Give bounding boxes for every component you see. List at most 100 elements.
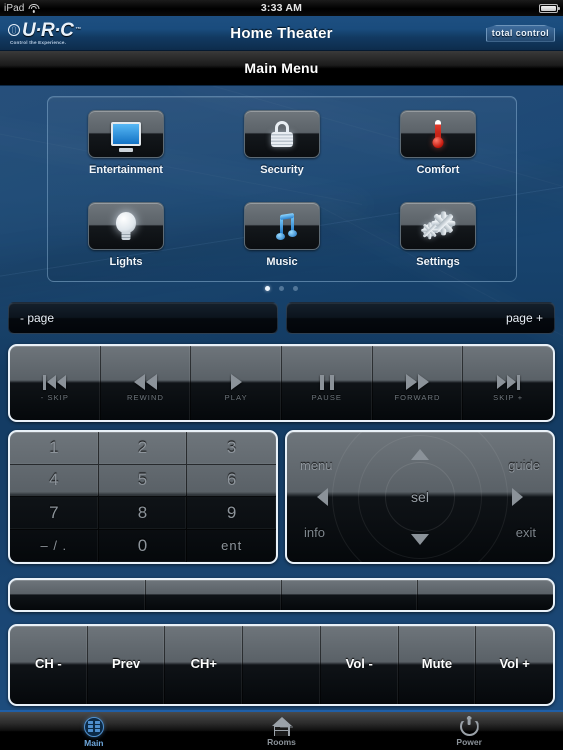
keypad-key-8[interactable]: 8 [98,497,188,530]
menu-item-lights[interactable]: Lights [48,189,204,281]
keypad-key-7[interactable]: 7 [10,497,99,530]
entertainment-tile[interactable] [88,110,164,158]
comfort-tile[interactable] [400,110,476,158]
main-content: Entertainment Security Comfort Lights Mu… [0,86,563,710]
tab-label: Power [456,737,482,747]
menu-item-comfort[interactable]: Comfort [360,97,516,189]
select-button[interactable]: sel [385,462,455,532]
grid-icon [83,716,104,737]
tab-rooms[interactable]: Rooms [188,712,376,750]
menu-item-music[interactable]: Music [204,189,360,281]
skip-forward-icon [496,374,520,390]
blank-button-5[interactable] [243,626,321,704]
urc-tagline: Control the Experience. [10,39,67,45]
keypad-key-0[interactable]: 0 [99,529,188,562]
power-icon [459,716,479,736]
arrow-down-icon[interactable] [411,534,429,545]
menu-item-label: Comfort [416,164,460,176]
play-icon [230,374,242,390]
page-nav-row: - page page + [8,302,555,334]
main-menu-panel: Entertainment Security Comfort Lights Mu… [47,96,517,282]
page-next-button[interactable]: page + [285,302,555,334]
blank-button-4[interactable] [418,580,553,610]
security-tile[interactable] [244,110,320,158]
previous-channel-button[interactable]: Prev [88,626,166,704]
button-label: Vol + [499,656,530,671]
transport-label: PLAY [224,393,248,402]
keypad-key-2[interactable]: 2 [98,432,188,465]
sub-header-title: Main Menu [244,60,319,76]
bottom-tab-bar: Main Rooms Power [0,710,563,750]
keypad-key-5[interactable]: 5 [98,464,188,497]
transport-label: PAUSE [311,393,343,402]
arrow-up-icon[interactable] [411,449,429,460]
pause-button[interactable]: PAUSE [282,346,373,420]
menu-item-security[interactable]: Security [204,97,360,189]
menu-item-settings[interactable]: Settings [360,189,516,281]
keypad-key-1[interactable]: 1 [10,432,99,465]
menu-item-label: Music [266,256,298,268]
page-indicator-dots[interactable] [0,286,563,291]
volume-up-button[interactable]: Vol + [476,626,553,704]
blank-button-1[interactable] [10,580,146,610]
skip-forward-button[interactable]: SKIP + [463,346,553,420]
main-menu-grid: Entertainment Security Comfort Lights Mu… [48,97,516,281]
total-control-badge: total control [485,24,555,42]
keypad-key-6[interactable]: 6 [187,465,276,497]
music-notes-icon [268,212,297,240]
battery-full-icon [539,3,560,13]
page-title: Home Theater [230,24,333,42]
lights-tile[interactable] [88,202,164,250]
page-dot-2[interactable] [279,286,284,291]
menu-item-label: Lights [109,256,143,268]
globe-icon [8,24,20,37]
tab-main[interactable]: Main [0,712,188,750]
app-header: U·R·C ™ Control the Experience. Home The… [0,16,563,51]
urc-logo: U·R·C ™ Control the Experience. [0,21,81,46]
skip-back-button[interactable]: - SKIP [10,346,101,420]
settings-tile[interactable] [400,202,476,250]
arrow-left-icon[interactable] [317,488,328,506]
arrow-right-icon[interactable] [512,488,523,506]
ios-status-bar: iPad 3:33 AM [0,0,563,16]
page-dot-3[interactable] [293,286,298,291]
skip-back-icon [43,374,67,390]
menu-item-label: Security [260,164,304,176]
house-icon [271,717,292,736]
blank-button-3[interactable] [282,580,418,610]
fast-forward-button[interactable]: FORWARD [373,346,464,420]
keypad-key-4[interactable]: 4 [10,464,99,497]
keypad-key-9[interactable]: 9 [187,497,276,530]
blank-button-2[interactable] [146,580,282,610]
music-tile[interactable] [244,202,320,250]
exit-button[interactable]: exit [516,525,536,540]
urc-logo-text: U·R·C [22,19,74,41]
thermometer-icon [432,120,444,148]
volume-down-button[interactable]: Vol - [321,626,399,704]
keypad-key-3[interactable]: 3 [187,432,276,465]
rewind-button[interactable]: REWIND [101,346,192,420]
channel-up-button[interactable]: CH+ [165,626,244,704]
mute-button[interactable]: Mute [399,626,477,704]
television-icon [111,122,141,152]
tab-power[interactable]: Power [375,712,563,750]
dpad-inner: menu guide info exit sel [287,432,553,562]
menu-button[interactable]: menu [300,458,333,473]
menu-item-label: Settings [416,256,460,268]
guide-button[interactable]: guide [508,458,540,473]
transport-controls: - SKIP REWIND PLAY PAUSE FORWARD SKIP + [8,344,555,422]
channel-down-button[interactable]: CH - [10,626,88,704]
play-button[interactable]: PLAY [191,346,283,420]
info-button[interactable]: info [304,525,325,540]
page-dot-1[interactable] [265,286,270,291]
menu-item-entertainment[interactable]: Entertainment [48,97,204,189]
page-prev-button[interactable]: - page [8,302,278,334]
keypad-key-dash-slash-dot[interactable]: – / . [10,529,99,562]
keypad-key-enter[interactable]: ent [187,530,276,563]
transport-label: SKIP + [493,393,524,402]
transport-label: - SKIP [40,393,69,402]
fast-forward-icon [406,374,430,390]
tab-label: Main [84,737,104,748]
ipad-remote-app: iPad 3:33 AM U·R·C ™ Control the Experie… [0,0,563,750]
button-label: Mute [421,656,453,671]
